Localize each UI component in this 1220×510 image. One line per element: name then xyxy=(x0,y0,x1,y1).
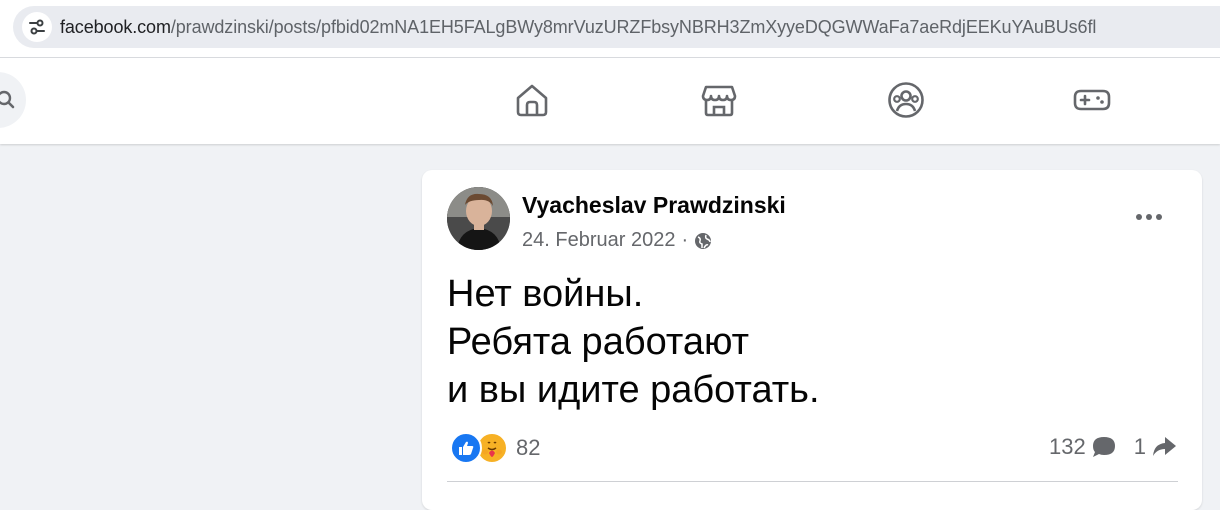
avatar[interactable] xyxy=(447,187,510,250)
nav-gaming[interactable] xyxy=(1070,78,1114,122)
post-date[interactable]: 24. Februar 2022 xyxy=(522,229,675,252)
comment-icon xyxy=(1092,437,1115,457)
tune-icon[interactable] xyxy=(22,12,52,42)
post-meta: 24. Februar 2022 · xyxy=(522,229,712,252)
post-text-line: Нет войны. xyxy=(447,273,644,315)
url-text[interactable]: facebook.com/prawdzinski/posts/pfbid02mN… xyxy=(60,17,1096,38)
post-text-line: Ребята работают xyxy=(447,321,750,363)
globe-icon[interactable] xyxy=(694,232,712,250)
more-horizontal-icon xyxy=(1136,214,1162,220)
avatar-image xyxy=(447,187,510,250)
nav-home[interactable] xyxy=(510,78,554,122)
post-card: Vyacheslav Prawdzinski 24. Februar 2022 … xyxy=(422,170,1202,510)
engagement-counts: 132 1 xyxy=(1049,434,1178,460)
marketplace-icon xyxy=(701,85,737,117)
browser-toolbar: facebook.com/prawdzinski/posts/pfbid02mN… xyxy=(0,0,1220,58)
post-text: Нет войны. Ребята работают и вы идите ра… xyxy=(447,270,820,414)
search-button[interactable] xyxy=(0,72,26,128)
comments-count: 132 xyxy=(1049,434,1086,459)
share-icon xyxy=(1153,437,1176,456)
author-name[interactable]: Vyacheslav Prawdzinski xyxy=(522,192,786,219)
gaming-icon xyxy=(1073,89,1111,111)
groups-icon xyxy=(888,82,924,118)
home-icon xyxy=(516,84,548,117)
top-navigation xyxy=(0,58,1220,144)
nav-groups[interactable] xyxy=(884,78,928,122)
like-icon xyxy=(450,432,482,464)
shares-count: 1 xyxy=(1133,434,1146,459)
meta-separator: · xyxy=(681,229,689,251)
comments-count-button[interactable]: 132 xyxy=(1049,434,1118,460)
address-bar[interactable]: facebook.com/prawdzinski/posts/pfbid02mN… xyxy=(13,6,1220,48)
divider xyxy=(447,481,1178,482)
url-host: facebook.com xyxy=(60,17,171,37)
post-text-line: и вы идите работать. xyxy=(447,369,820,411)
nav-marketplace[interactable] xyxy=(697,78,741,122)
search-icon xyxy=(0,90,15,109)
url-path: /prawdzinski/posts/pfbid02mNA1EH5FALgBWy… xyxy=(170,17,1097,37)
reactions-summary[interactable]: 82 xyxy=(450,432,540,464)
shares-count-button[interactable]: 1 xyxy=(1134,434,1178,460)
more-options-button[interactable] xyxy=(1129,202,1169,232)
reaction-count: 82 xyxy=(516,435,541,460)
